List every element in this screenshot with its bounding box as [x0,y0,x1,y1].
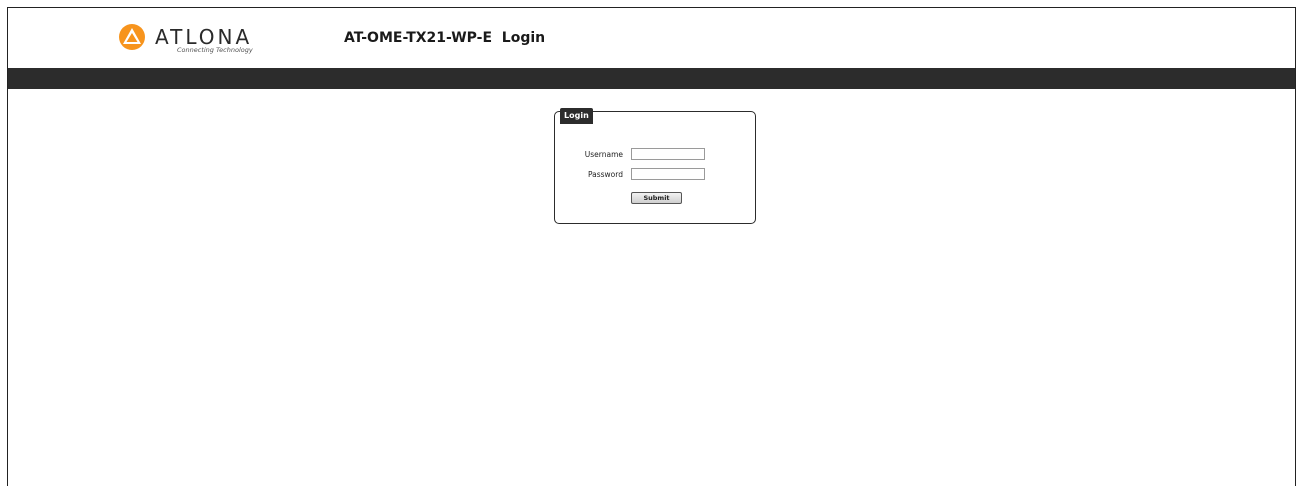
username-row: Username [555,148,755,162]
login-legend: Login [560,108,593,124]
password-row: Password [555,168,755,182]
header: ATLONA Connecting Technology AT-OME-TX21… [8,8,1295,68]
login-panel: Login Username Password Submit [554,108,756,224]
page-title: AT-OME-TX21-WP-E Login [344,30,546,46]
password-input[interactable] [631,168,705,180]
brand-tagline: Connecting Technology [177,46,253,54]
submit-button[interactable]: Submit [631,192,682,204]
username-input[interactable] [631,148,705,160]
atlona-logo-icon [119,24,145,50]
atlona-logo: ATLONA Connecting Technology [117,22,307,62]
password-label: Password [587,170,623,179]
app-frame: ATLONA Connecting Technology AT-OME-TX21… [7,7,1296,486]
username-label: Username [584,150,623,159]
nav-bar [8,68,1295,89]
